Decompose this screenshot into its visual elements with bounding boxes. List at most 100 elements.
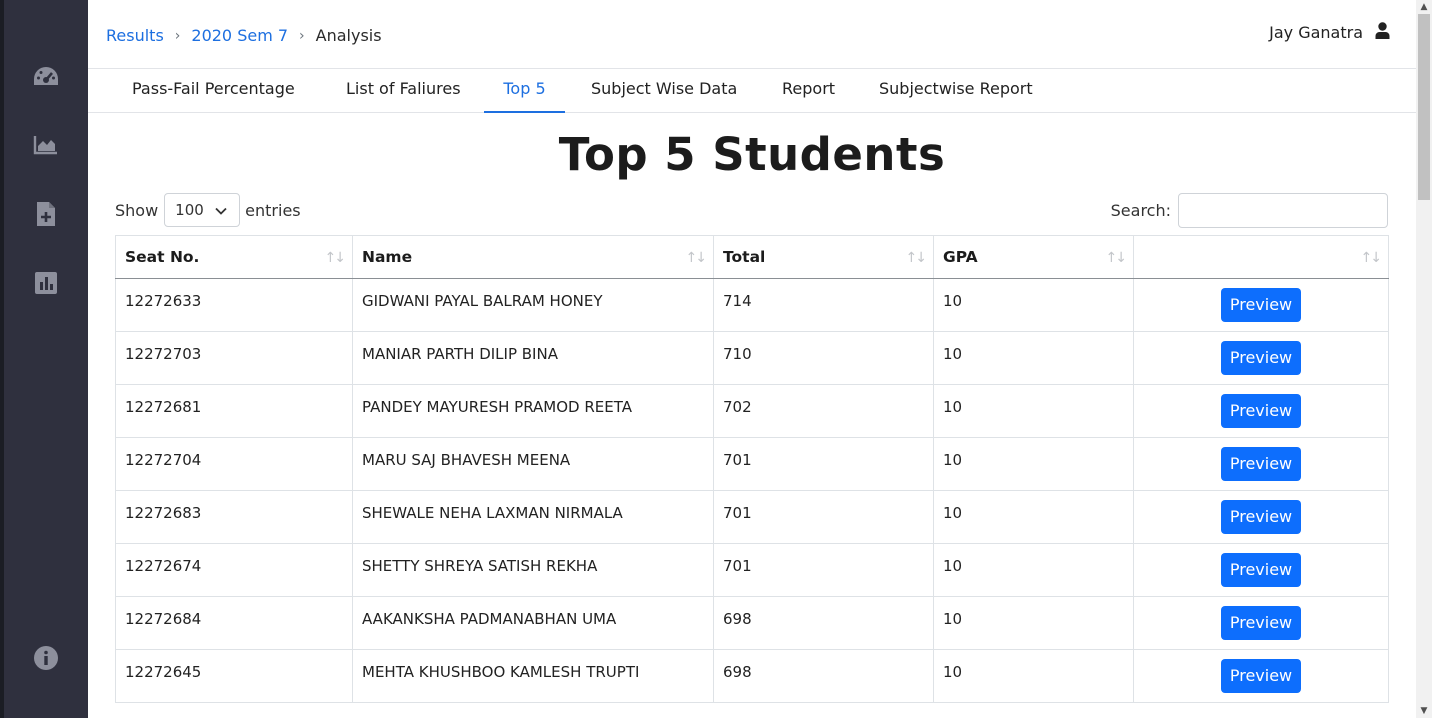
gpa-cell: 10 <box>933 437 1134 491</box>
search-input[interactable] <box>1178 193 1388 228</box>
breadcrumb-current: Analysis <box>315 26 382 45</box>
breadcrumb: Results › 2020 Sem 7 › Analysis <box>106 26 382 45</box>
column-header-action[interactable]: ↑↓ <box>1133 235 1389 279</box>
column-header-gpa[interactable]: GPA ↑↓ <box>933 235 1134 279</box>
gpa-cell: 10 <box>933 278 1134 332</box>
breadcrumb-separator: › <box>299 27 305 44</box>
page-title: Top 5 Students <box>558 128 946 181</box>
user-menu[interactable]: Jay Ganatra <box>1269 22 1390 43</box>
entries-length-control: Show 100 entries <box>115 193 301 227</box>
table-search: Search: <box>1111 193 1388 228</box>
column-header-total[interactable]: Total ↑↓ <box>713 235 934 279</box>
tab-subjectwise-report[interactable]: Subjectwise Report <box>861 69 1051 113</box>
table-body: 12272633 GIDWANI PAYAL BALRAM HONEY 714 10 P… <box>115 278 1389 703</box>
tab-subject-wise-data[interactable]: Subject Wise Data <box>573 69 755 113</box>
preview-button[interactable]: Preview <box>1221 659 1301 693</box>
table-row: 12272681 PANDEY MAYURESH PRAMOD REETA 702 1… <box>115 384 1389 438</box>
table-row: 12272645 MEHTA KHUSHBOO KAMLESH TRUPTI 698… <box>115 649 1389 703</box>
sort-icon: ↑↓ <box>1360 250 1383 266</box>
file-add-icon[interactable] <box>32 200 60 228</box>
vertical-scrollbar[interactable]: ▲ ▼ <box>1416 0 1432 718</box>
scrollbar-thumb[interactable] <box>1418 14 1430 200</box>
user-name: Jay Ganatra <box>1269 23 1363 42</box>
preview-button[interactable]: Preview <box>1221 394 1301 428</box>
student-name-cell: MEHTA KHUSHBOO KAMLESH TRUPTI <box>352 649 714 703</box>
info-icon[interactable] <box>32 644 60 672</box>
search-label: Search: <box>1110 201 1171 220</box>
preview-button[interactable]: Preview <box>1221 288 1301 322</box>
show-label: Show <box>115 200 159 220</box>
table-header-row: Seat No. ↑↓ Name ↑↓ Total ↑↓ GPA ↑↓ ↑↓ <box>115 235 1389 279</box>
total-cell: 701 <box>713 543 934 597</box>
main-content: Results › 2020 Sem 7 › Analysis Jay Gana… <box>88 0 1416 718</box>
seat-no-cell: 12272703 <box>115 331 353 385</box>
student-name-cell: PANDEY MAYURESH PRAMOD REETA <box>352 384 714 438</box>
action-cell: Preview <box>1133 331 1389 385</box>
sort-icon: ↑↓ <box>1105 250 1128 266</box>
entries-select-value: 100 <box>175 201 204 219</box>
total-cell: 714 <box>713 278 934 332</box>
student-name-cell: AAKANKSHA PADMANABHAN UMA <box>352 596 714 650</box>
seat-no-cell: 12272674 <box>115 543 353 597</box>
sidebar <box>4 0 88 718</box>
area-chart-icon[interactable] <box>32 131 60 159</box>
preview-button[interactable]: Preview <box>1221 341 1301 375</box>
entries-select[interactable]: 100 <box>164 193 241 227</box>
seat-no-cell: 12272683 <box>115 490 353 544</box>
bar-chart-icon[interactable] <box>32 269 60 297</box>
student-name-cell: MARU SAJ BHAVESH MEENA <box>352 437 714 491</box>
student-name-cell: SHEWALE NEHA LAXMAN NIRMALA <box>352 490 714 544</box>
action-cell: Preview <box>1133 649 1389 703</box>
tab-pass-fail-percentage[interactable]: Pass-Fail Percentage <box>114 69 313 113</box>
scroll-down-arrow-icon[interactable]: ▼ <box>1419 706 1429 716</box>
tab-top-5[interactable]: Top 5 <box>484 69 565 113</box>
preview-button[interactable]: Preview <box>1221 553 1301 587</box>
action-cell: Preview <box>1133 490 1389 544</box>
table-row: 12272633 GIDWANI PAYAL BALRAM HONEY 714 10 P… <box>115 278 1389 332</box>
action-cell: Preview <box>1133 596 1389 650</box>
preview-button[interactable]: Preview <box>1221 447 1301 481</box>
preview-button[interactable]: Preview <box>1221 500 1301 534</box>
seat-no-cell: 12272704 <box>115 437 353 491</box>
action-cell: Preview <box>1133 278 1389 332</box>
total-cell: 710 <box>713 331 934 385</box>
gpa-cell: 10 <box>933 331 1134 385</box>
table-row: 12272704 MARU SAJ BHAVESH MEENA 701 10 Previ… <box>115 437 1389 491</box>
student-name-cell: GIDWANI PAYAL BALRAM HONEY <box>352 278 714 332</box>
user-icon <box>1375 22 1390 43</box>
seat-no-cell: 12272684 <box>115 596 353 650</box>
action-cell: Preview <box>1133 384 1389 438</box>
table-row: 12272683 SHEWALE NEHA LAXMAN NIRMALA 701 10… <box>115 490 1389 544</box>
table-row: 12272703 MANIAR PARTH DILIP BINA 710 10 Prev… <box>115 331 1389 385</box>
top-bar: Results › 2020 Sem 7 › Analysis Jay Gana… <box>88 0 1416 69</box>
gpa-cell: 10 <box>933 596 1134 650</box>
seat-no-cell: 12272681 <box>115 384 353 438</box>
action-cell: Preview <box>1133 543 1389 597</box>
tab-report[interactable]: Report <box>764 69 853 113</box>
total-cell: 701 <box>713 490 934 544</box>
total-cell: 698 <box>713 649 934 703</box>
total-cell: 702 <box>713 384 934 438</box>
total-cell: 701 <box>713 437 934 491</box>
student-name-cell: MANIAR PARTH DILIP BINA <box>352 331 714 385</box>
breadcrumb-results-link[interactable]: Results <box>106 26 164 45</box>
gpa-cell: 10 <box>933 649 1134 703</box>
top-students-table: Seat No. ↑↓ Name ↑↓ Total ↑↓ GPA ↑↓ ↑↓ 12272… <box>115 235 1389 703</box>
table-row: 12272674 SHETTY SHREYA SATISH REKHA 701 10 P… <box>115 543 1389 597</box>
table-row: 12272684 AAKANKSHA PADMANABHAN UMA 698 10 Pr… <box>115 596 1389 650</box>
column-header-seat-no[interactable]: Seat No. ↑↓ <box>115 235 353 279</box>
sort-icon: ↑↓ <box>905 250 928 266</box>
dashboard-icon[interactable] <box>32 63 60 91</box>
sort-icon: ↑↓ <box>685 250 708 266</box>
breadcrumb-separator: › <box>174 27 181 44</box>
tab-list-of-failures[interactable]: List of Faliures <box>328 69 479 113</box>
breadcrumb-semester-link[interactable]: 2020 Sem 7 <box>191 26 288 45</box>
total-cell: 698 <box>713 596 934 650</box>
gpa-cell: 10 <box>933 543 1134 597</box>
gpa-cell: 10 <box>933 384 1134 438</box>
scroll-up-arrow-icon[interactable]: ▲ <box>1419 2 1429 12</box>
preview-button[interactable]: Preview <box>1221 606 1301 640</box>
seat-no-cell: 12272633 <box>115 278 353 332</box>
column-header-name[interactable]: Name ↑↓ <box>352 235 714 279</box>
student-name-cell: SHETTY SHREYA SATISH REKHA <box>352 543 714 597</box>
